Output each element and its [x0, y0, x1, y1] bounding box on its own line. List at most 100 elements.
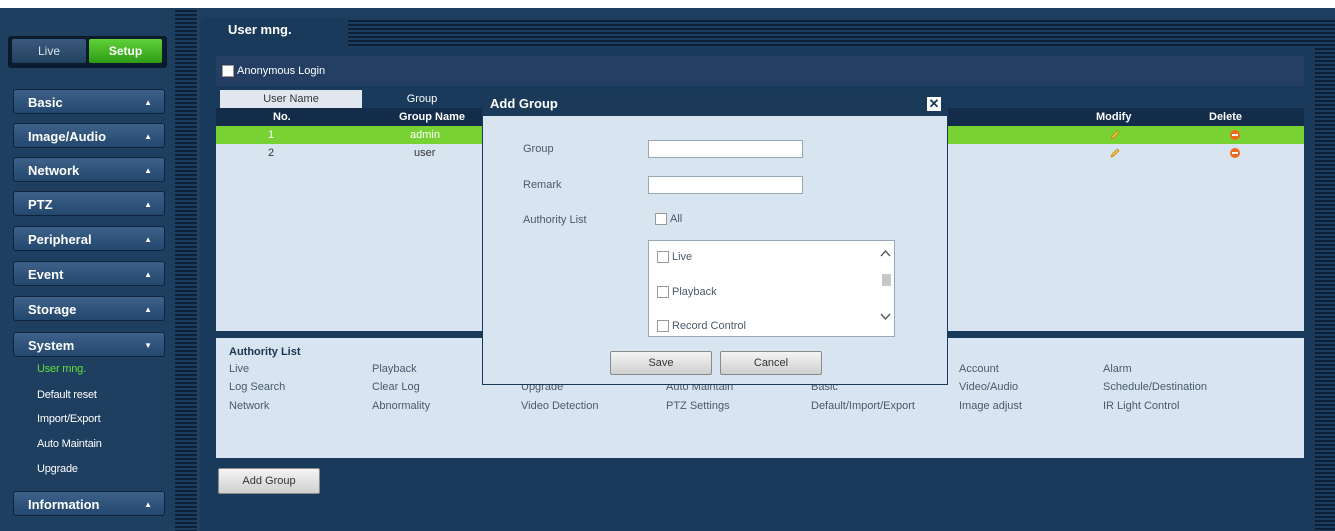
- menu-event-label: Event: [28, 267, 64, 282]
- all-checkbox-label: All: [670, 213, 683, 225]
- all-checkbox-box[interactable]: [655, 213, 667, 226]
- save-button[interactable]: Save: [610, 351, 712, 375]
- menu-system-label: System: [28, 338, 75, 353]
- caret-up-icon: ▲: [144, 305, 152, 314]
- caret-up-icon: ▲: [144, 200, 152, 209]
- header-no: No.: [273, 111, 291, 123]
- submenu-import-export[interactable]: Import/Export: [37, 413, 101, 425]
- authority-list-label: Authority List: [523, 214, 587, 226]
- row-group-name: admin: [410, 129, 440, 141]
- menu-basic[interactable]: Basic ▲: [13, 89, 165, 114]
- add-group-button[interactable]: Add Group: [218, 468, 320, 494]
- live-mode-button[interactable]: Live: [12, 39, 86, 63]
- right-stripe: [1315, 18, 1335, 531]
- scrollbar-thumb[interactable]: [882, 274, 891, 286]
- menu-storage[interactable]: Storage ▲: [13, 296, 165, 321]
- menu-information-label: Information: [28, 497, 100, 512]
- menu-ptz[interactable]: PTZ ▲: [13, 191, 165, 216]
- authority-item: Live: [229, 363, 250, 375]
- submenu-user-mng[interactable]: User mng.: [37, 363, 86, 375]
- menu-ptz-label: PTZ: [28, 197, 53, 212]
- cancel-button[interactable]: Cancel: [720, 351, 822, 375]
- authority-item: Playback: [372, 363, 417, 375]
- dialog-title: Add Group: [490, 96, 558, 111]
- tab-group[interactable]: Group: [362, 90, 482, 108]
- close-icon[interactable]: ✕: [927, 97, 941, 111]
- remark-field[interactable]: [648, 176, 803, 194]
- menu-system[interactable]: System ▼: [13, 332, 165, 357]
- add-group-dialog: Add Group ✕ Group Remark Authority List …: [482, 91, 948, 385]
- authority-item: Abnormality: [372, 400, 431, 412]
- caret-up-icon: ▲: [144, 235, 152, 244]
- menu-peripheral-label: Peripheral: [28, 232, 92, 247]
- tab-user-name[interactable]: User Name: [220, 90, 362, 108]
- authority-list-box: Live Playback Record Control: [648, 240, 895, 337]
- authority-item: Clear Log: [372, 381, 420, 393]
- authority-list-title: Authority List: [229, 346, 301, 358]
- authority-item: PTZ Settings: [666, 400, 730, 412]
- caret-down-icon: ▼: [144, 341, 152, 350]
- setup-mode-button[interactable]: Setup: [89, 39, 162, 63]
- caret-up-icon: ▲: [144, 166, 152, 175]
- menu-network-label: Network: [28, 163, 80, 178]
- menu-information[interactable]: Information ▲: [13, 491, 165, 516]
- caret-up-icon: ▲: [144, 500, 152, 509]
- menu-event[interactable]: Event ▲: [13, 261, 165, 286]
- all-checkbox[interactable]: All: [655, 213, 683, 226]
- authority-item: Network: [229, 400, 270, 412]
- authority-option-label: Record Control: [672, 320, 746, 332]
- authority-option-label: Playback: [672, 286, 717, 298]
- authority-item: Log Search: [229, 381, 286, 393]
- authority-checkbox-playback[interactable]: Playback: [657, 286, 717, 299]
- anonymous-login-checkbox[interactable]: [222, 65, 234, 78]
- row-no: 2: [268, 147, 275, 159]
- chevron-down-icon[interactable]: [880, 313, 891, 321]
- delete-icon[interactable]: [1230, 148, 1240, 158]
- authority-item: Video Detection: [521, 400, 599, 412]
- checkbox[interactable]: [657, 251, 669, 264]
- checkbox[interactable]: [657, 286, 669, 299]
- row-no: 1: [268, 129, 275, 141]
- menu-image-audio[interactable]: Image/Audio ▲: [13, 123, 165, 148]
- header-stripe: [348, 18, 1335, 48]
- app-window: Live Setup Basic ▲ Image/Audio ▲ Network ▲ …: [0, 8, 1335, 531]
- authority-item: Account: [959, 363, 999, 375]
- submenu-upgrade[interactable]: Upgrade: [37, 463, 78, 475]
- edit-icon[interactable]: [1109, 147, 1120, 165]
- scrollbar[interactable]: [878, 241, 894, 336]
- authority-item: Alarm: [1103, 363, 1132, 375]
- menu-network[interactable]: Network ▲: [13, 157, 165, 182]
- caret-up-icon: ▲: [144, 132, 152, 141]
- header-group-name: Group Name: [399, 111, 466, 123]
- authority-option-label: Live: [672, 251, 693, 263]
- header-modify: Modify: [1096, 111, 1132, 123]
- row-group-name: user: [414, 147, 436, 159]
- delete-icon[interactable]: [1230, 130, 1240, 140]
- mode-switch: Live Setup: [8, 36, 167, 68]
- submenu-default-reset[interactable]: Default reset: [37, 389, 97, 401]
- group-field[interactable]: [648, 140, 803, 158]
- caret-up-icon: ▲: [144, 270, 152, 279]
- authority-item: IR Light Control: [1103, 400, 1180, 412]
- authority-checkbox-live[interactable]: Live: [657, 251, 693, 264]
- checkbox[interactable]: [657, 320, 669, 333]
- sidebar: Live Setup Basic ▲ Image/Audio ▲ Network ▲ …: [0, 8, 172, 531]
- authority-checkbox-record-control[interactable]: Record Control: [657, 320, 746, 333]
- group-label: Group: [523, 143, 554, 155]
- authority-item: Default/Import/Export: [811, 400, 915, 412]
- caret-up-icon: ▲: [144, 98, 152, 107]
- menu-image-audio-label: Image/Audio: [28, 129, 107, 144]
- header-delete: Delete: [1209, 111, 1243, 123]
- tab-user-mng[interactable]: User mng.: [200, 18, 348, 48]
- authority-item: Schedule/Destination: [1103, 381, 1207, 393]
- authority-item: Image adjust: [959, 400, 1022, 412]
- dialog-title-bar: Add Group ✕: [483, 92, 947, 116]
- remark-label: Remark: [523, 179, 562, 191]
- submenu-auto-maintain[interactable]: Auto Maintain: [37, 438, 102, 450]
- menu-peripheral[interactable]: Peripheral ▲: [13, 226, 165, 251]
- chevron-up-icon[interactable]: [880, 249, 891, 257]
- menu-basic-label: Basic: [28, 95, 63, 110]
- anonymous-login-label: Anonymous Login: [237, 65, 326, 77]
- menu-storage-label: Storage: [28, 302, 77, 317]
- anonymous-login-bar: Anonymous Login: [216, 56, 1304, 86]
